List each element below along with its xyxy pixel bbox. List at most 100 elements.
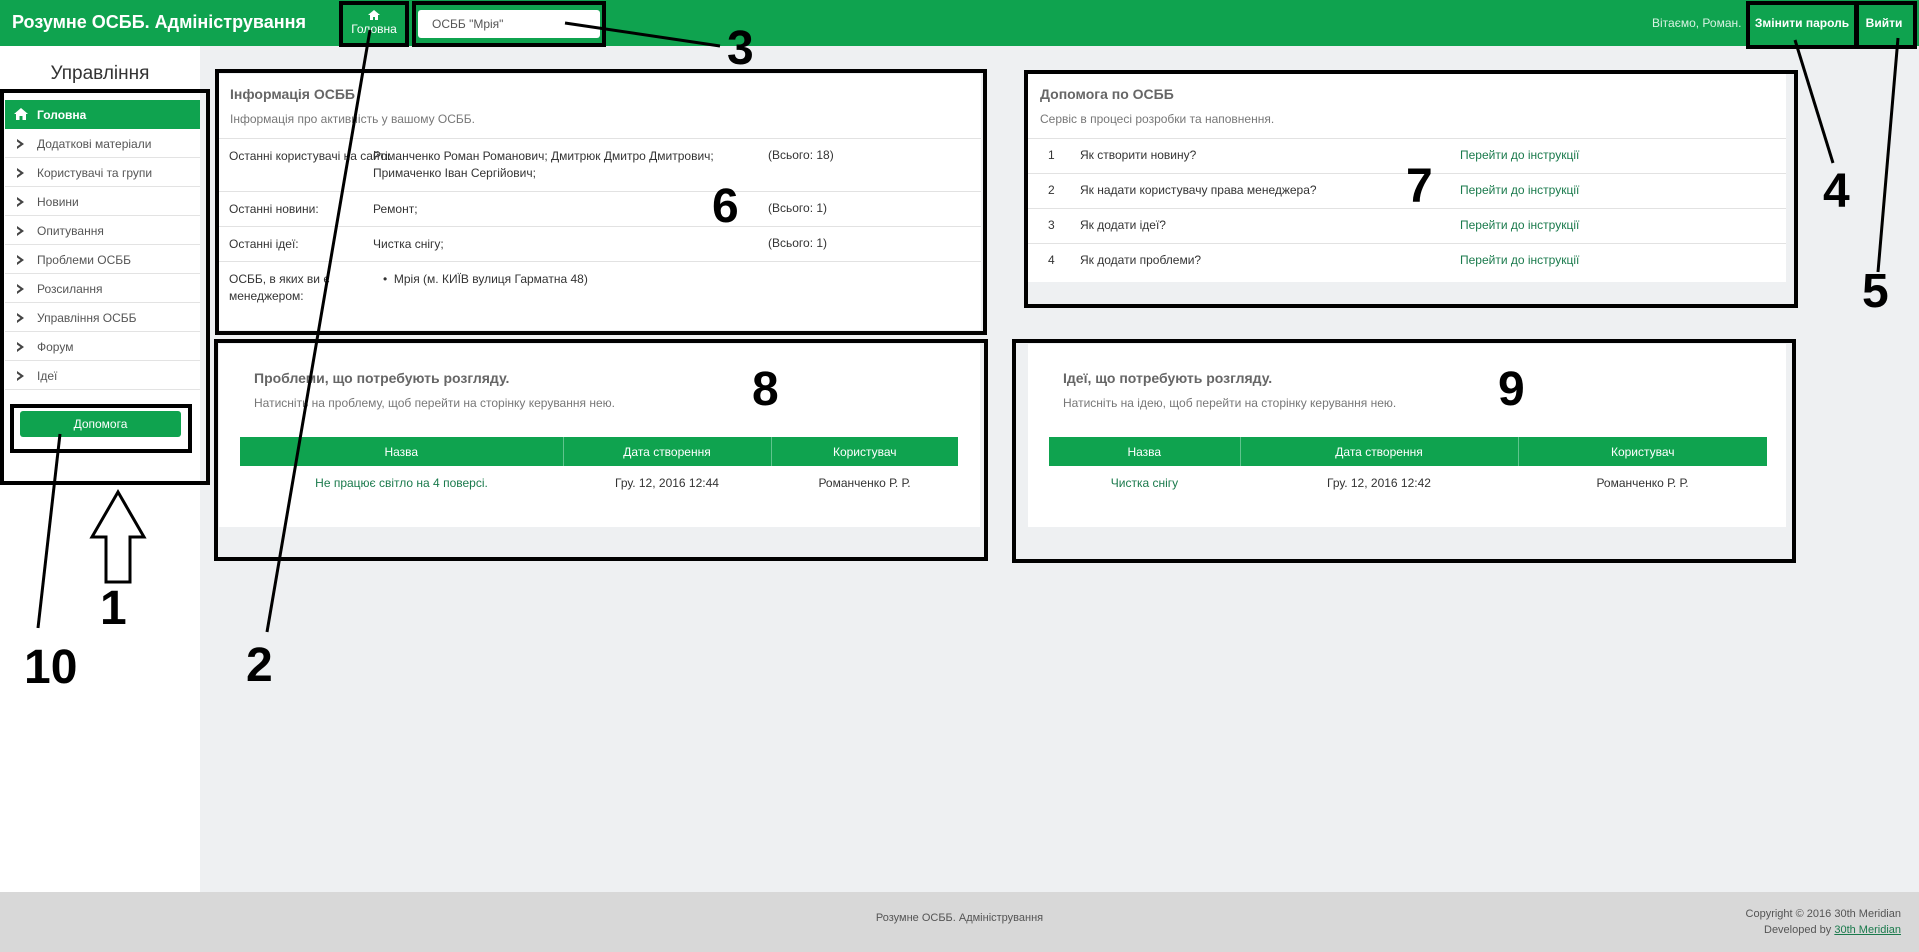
idea-user: Романченко Р. Р. — [1596, 476, 1689, 490]
sidebar-item-users-groups[interactable]: Користувачі та групи — [5, 158, 200, 187]
idea-date: Гру. 12, 2016 12:42 — [1327, 476, 1431, 490]
managed-osbb-item[interactable]: Мрія (м. КИЇВ вулиця Гарматна 48) — [394, 272, 588, 286]
sidebar-item-label: Розсилання — [37, 282, 103, 296]
panel-subtitle: Натисніть на ідею, щоб перейти на сторін… — [1063, 396, 1397, 410]
sidebar-title: Управління — [50, 63, 150, 84]
sidebar-item-label: Додаткові матеріали — [37, 137, 152, 151]
help-row-number: 1 — [1048, 148, 1055, 162]
sidebar-item-news[interactable]: Новини — [5, 187, 200, 216]
sidebar-item-label: Ідеї — [37, 369, 58, 383]
chevron-right-icon — [17, 313, 24, 323]
sidebar-item-label: Проблеми ОСББ — [37, 253, 132, 267]
info-count: (Всього: 18) — [768, 148, 834, 162]
column-header-name[interactable]: Назва — [240, 437, 564, 466]
column-header-user[interactable]: Користувач — [771, 437, 958, 466]
panel-title: Інформація ОСББ — [230, 86, 355, 102]
table-header-row: Назва Дата створення Користувач — [240, 437, 958, 466]
problem-user: Романченко Р. Р. — [818, 476, 911, 490]
info-count: (Всього: 1) — [768, 201, 828, 215]
change-password-button[interactable]: Змінити пароль — [1750, 5, 1854, 41]
info-label: Останні ідеї: — [229, 237, 299, 251]
annotation-number-7: 7 — [1406, 160, 1433, 213]
chevron-right-icon — [17, 255, 24, 265]
sidebar: Управління Головна Додаткові матеріали К… — [0, 46, 200, 892]
annotation-number-10: 10 — [24, 641, 78, 694]
copyright-text: Copyright © 2016 30th Meridian — [1745, 908, 1901, 920]
table-row[interactable]: Чистка снігу Гру. 12, 2016 12:42 Романче… — [1049, 466, 1767, 500]
panel-subtitle: Інформація про активність у вашому ОСББ. — [230, 112, 476, 126]
ideas-panel: Ідеї, що потребують розгляду. Натисніть … — [1028, 344, 1786, 541]
instruction-link[interactable]: Перейти до інструкції — [1460, 148, 1579, 162]
annotation-number-5: 5 — [1862, 265, 1889, 318]
ideas-table: Назва Дата створення Користувач Чистка с… — [1049, 437, 1767, 500]
annotation-number-9: 9 — [1498, 363, 1525, 416]
chevron-right-icon — [17, 139, 24, 149]
column-header-user[interactable]: Користувач — [1518, 437, 1767, 466]
sidebar-item-materials[interactable]: Додаткові матеріали — [5, 129, 200, 158]
sidebar-item-mailing[interactable]: Розсилання — [5, 274, 200, 303]
info-label: Останні користувачі на сайті: — [229, 149, 392, 163]
table-row[interactable]: Не працює світло на 4 поверсі. Гру. 12, … — [240, 466, 958, 500]
info-label: ОСББ, в яких ви є менеджером: — [229, 272, 330, 303]
home-button[interactable]: Головна — [343, 4, 405, 44]
footer-title: Розумне ОСББ. Адміністрування — [875, 912, 1044, 924]
home-icon — [368, 10, 380, 20]
developed-by-prefix: Developed by — [1764, 924, 1832, 936]
help-question: Як додати проблеми? — [1080, 253, 1202, 267]
sidebar-item-osbb-management[interactable]: Управління ОСББ — [5, 303, 200, 332]
column-header-created[interactable]: Дата створення — [563, 437, 772, 466]
sidebar-item-label: Опитування — [37, 224, 104, 238]
help-question: Як додати ідеї? — [1080, 218, 1166, 232]
problem-title-link[interactable]: Не працює світло на 4 поверсі. — [240, 466, 563, 500]
info-value: • Мрія (м. КИЇВ вулиця Гарматна 48) — [383, 272, 588, 286]
instruction-link[interactable]: Перейти до інструкції — [1460, 253, 1579, 267]
chevron-right-icon — [17, 342, 24, 352]
sidebar-item-home[interactable]: Головна — [5, 100, 200, 129]
help-row-number: 4 — [1048, 253, 1055, 267]
idea-title-link[interactable]: Чистка снігу — [1049, 466, 1240, 500]
sidebar-item-ideas[interactable]: Ідеї — [5, 361, 200, 390]
annotation-number-1: 1 — [100, 582, 127, 635]
sidebar-item-label: Користувачі та групи — [37, 166, 153, 180]
annotation-line-5 — [1876, 37, 1900, 273]
info-label: Останні новини: — [229, 202, 319, 216]
chevron-right-icon — [17, 197, 24, 207]
instruction-link[interactable]: Перейти до інструкції — [1460, 218, 1579, 232]
column-header-name[interactable]: Назва — [1049, 437, 1241, 466]
instruction-link[interactable]: Перейти до інструкції — [1460, 183, 1579, 197]
osbb-info-panel: Інформація ОСББ Інформація про активніст… — [218, 74, 981, 330]
welcome-text: Вітаємо, Роман. — [1652, 16, 1742, 30]
help-button[interactable]: Допомога — [20, 411, 181, 437]
panel-title: Допомога по ОСББ — [1040, 86, 1174, 102]
sidebar-item-label: Головна — [37, 108, 87, 122]
table-header-row: Назва Дата створення Користувач — [1049, 437, 1767, 466]
logout-button[interactable]: Вийти — [1859, 5, 1909, 41]
problems-table: Назва Дата створення Користувач Не працю… — [240, 437, 958, 500]
sidebar-item-problems[interactable]: Проблеми ОСББ — [5, 245, 200, 274]
sidebar-item-forum[interactable]: Форум — [5, 332, 200, 361]
panel-subtitle: Натисніть на проблему, щоб перейти на ст… — [254, 396, 615, 410]
chevron-right-icon — [17, 168, 24, 178]
sidebar-menu: Головна Додаткові матеріали Користувачі … — [5, 100, 200, 390]
annotation-number-3: 3 — [727, 22, 754, 75]
footer-credits: Copyright © 2016 30th Meridian Developed… — [1746, 906, 1901, 938]
info-count: (Всього: 1) — [768, 236, 828, 250]
developer-link[interactable]: 30th Meridian — [1834, 924, 1901, 936]
top-navbar: Розумне ОСББ. Адміністрування Головна ОС… — [0, 0, 1919, 46]
sidebar-item-label: Управління ОСББ — [37, 311, 137, 325]
panel-title: Ідеї, що потребують розгляду. — [1063, 370, 1273, 386]
sidebar-item-polls[interactable]: Опитування — [5, 216, 200, 245]
column-header-created[interactable]: Дата створення — [1240, 437, 1519, 466]
chevron-right-icon — [17, 371, 24, 381]
help-row-number: 3 — [1048, 218, 1055, 232]
chevron-right-icon — [17, 226, 24, 236]
osbb-select[interactable]: ОСББ "Мрія" — [418, 10, 600, 38]
problem-date: Гру. 12, 2016 12:44 — [615, 476, 719, 490]
home-icon — [14, 108, 28, 120]
annotation-line-4 — [1793, 39, 1835, 164]
info-value: Романченко Роман Романович; Дмитрюк Дмит… — [373, 149, 714, 180]
app-title[interactable]: Розумне ОСББ. Адміністрування — [12, 12, 306, 33]
sidebar-item-label: Форум — [37, 340, 74, 354]
footer: Розумне ОСББ. Адміністрування Copyright … — [0, 892, 1919, 952]
sidebar-item-label: Новини — [37, 195, 79, 209]
